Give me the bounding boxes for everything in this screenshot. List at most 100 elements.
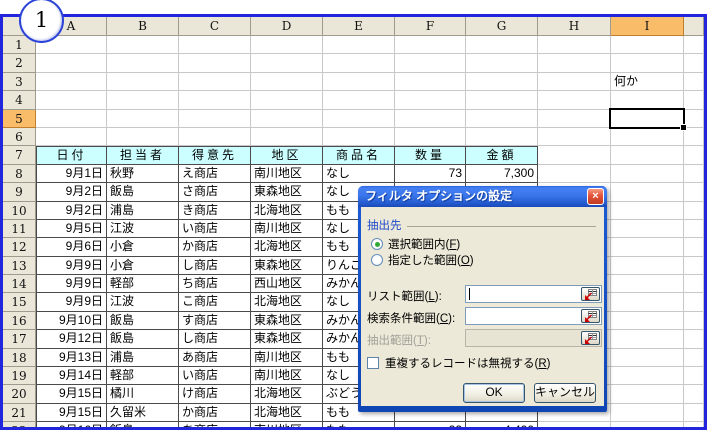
cell-B20[interactable]: 橘川 [107, 385, 179, 404]
cell-C18[interactable]: あ商店 [179, 348, 251, 368]
cell-C19[interactable]: い商店 [179, 367, 251, 386]
row-header-6[interactable]: 6 [3, 127, 36, 147]
cell-D18[interactable]: 南川地区 [251, 348, 323, 368]
cell-D21[interactable]: 北海地区 [251, 403, 323, 423]
cell-B15[interactable]: 江波 [107, 293, 179, 312]
cell-D4[interactable] [251, 91, 323, 110]
cell-I1[interactable] [611, 36, 684, 55]
cell-E7[interactable]: 商品名 [323, 146, 395, 165]
row-header-18[interactable]: 18 [3, 348, 36, 368]
column-header-B[interactable]: B [107, 17, 179, 36]
cell-A7[interactable]: 日付 [36, 146, 107, 165]
cell-C3[interactable] [179, 72, 251, 92]
cell-G1[interactable] [466, 36, 538, 55]
row-header-9[interactable]: 9 [3, 183, 36, 202]
cell-I16[interactable] [611, 311, 684, 331]
cell[interactable] [684, 36, 704, 55]
cell-B22[interactable]: 飯島 [107, 422, 179, 427]
fill-handle[interactable] [680, 124, 687, 131]
cell-G5[interactable] [466, 109, 538, 128]
row-header-10[interactable]: 10 [3, 201, 36, 220]
dialog-titlebar[interactable]: フィルタ オプションの設定 × [358, 186, 607, 207]
cell-E6[interactable] [323, 127, 395, 147]
cell-A18[interactable]: 9月13日 [36, 348, 107, 368]
cell-I19[interactable] [611, 367, 684, 386]
active-cell-I5[interactable] [609, 108, 687, 131]
cell-C21[interactable]: か商店 [179, 403, 251, 423]
cell-B21[interactable]: 久留米 [107, 403, 179, 423]
row-header-4[interactable]: 4 [3, 91, 36, 110]
row-header-11[interactable]: 11 [3, 219, 36, 239]
row-header-2[interactable]: 2 [3, 54, 36, 73]
cell-C20[interactable]: け商店 [179, 385, 251, 404]
cell-D7[interactable]: 地区 [251, 146, 323, 165]
range-picker-button[interactable] [581, 309, 600, 323]
cell[interactable] [684, 91, 704, 110]
cell-I3[interactable]: 何か [611, 72, 684, 92]
cell-D10[interactable]: 北海地区 [251, 201, 323, 220]
cell-B6[interactable] [107, 127, 179, 147]
cell-F22[interactable]: 22 [395, 422, 466, 427]
cell[interactable] [684, 403, 704, 423]
cell-A9[interactable]: 9月2日 [36, 183, 107, 202]
checkbox-unchecked-icon[interactable] [367, 357, 379, 369]
cell-C7[interactable]: 得意先 [179, 146, 251, 165]
radio-unselected-icon[interactable] [371, 254, 383, 266]
cell-D19[interactable]: 南川地区 [251, 367, 323, 386]
cell-D13[interactable]: 東森地区 [251, 256, 323, 276]
cell-B5[interactable] [107, 109, 179, 128]
column-header-H[interactable]: H [538, 17, 611, 36]
cell-H5[interactable] [538, 109, 611, 128]
column-header-F[interactable]: F [395, 17, 466, 36]
cell-B3[interactable] [107, 72, 179, 92]
row-header-16[interactable]: 16 [3, 311, 36, 331]
cell-D1[interactable] [251, 36, 323, 55]
close-icon[interactable]: × [587, 188, 604, 205]
row-header-15[interactable]: 15 [3, 293, 36, 312]
cell-I11[interactable] [611, 219, 684, 239]
cell-C14[interactable]: ち商店 [179, 275, 251, 294]
cell-I4[interactable] [611, 91, 684, 110]
row-header-8[interactable]: 8 [3, 164, 36, 184]
cell-B2[interactable] [107, 54, 179, 73]
cell-G8[interactable]: 7,300 [466, 164, 538, 184]
cell-E3[interactable] [323, 72, 395, 92]
cell-C6[interactable] [179, 127, 251, 147]
cell[interactable] [684, 219, 704, 239]
cell-C8[interactable]: え商店 [179, 164, 251, 184]
cell-D17[interactable]: 東森地区 [251, 330, 323, 349]
radio-copy-to-range[interactable]: 指定した範囲(O) [371, 253, 474, 267]
cell[interactable] [684, 422, 704, 427]
cell-A22[interactable]: 9月16日 [36, 422, 107, 427]
cell-A2[interactable] [36, 54, 107, 73]
cell-D20[interactable]: 北海地区 [251, 385, 323, 404]
cell-D8[interactable]: 南川地区 [251, 164, 323, 184]
cell-F7[interactable]: 数量 [395, 146, 466, 165]
cell-D2[interactable] [251, 54, 323, 73]
column-header-D[interactable]: D [251, 17, 323, 36]
list-range-input[interactable] [465, 285, 602, 303]
cell-A17[interactable]: 9月12日 [36, 330, 107, 349]
cell-C2[interactable] [179, 54, 251, 73]
cell-D14[interactable]: 西山地区 [251, 275, 323, 294]
cell[interactable] [684, 201, 704, 220]
cell[interactable] [684, 127, 704, 147]
cell-B13[interactable]: 小倉 [107, 256, 179, 276]
cell-G3[interactable] [466, 72, 538, 92]
cell-B14[interactable]: 軽部 [107, 275, 179, 294]
cell[interactable] [684, 146, 704, 165]
cell-D12[interactable]: 北海地区 [251, 238, 323, 257]
column-header-C[interactable]: C [179, 17, 251, 36]
cell[interactable] [684, 54, 704, 73]
cell-E5[interactable] [323, 109, 395, 128]
cell-I21[interactable] [611, 403, 684, 423]
cell-H1[interactable] [538, 36, 611, 55]
cell-G2[interactable] [466, 54, 538, 73]
criteria-range-input[interactable] [465, 307, 602, 325]
cell[interactable] [684, 256, 704, 276]
cell-I17[interactable] [611, 330, 684, 349]
cell-I14[interactable] [611, 275, 684, 294]
cell-A10[interactable]: 9月2日 [36, 201, 107, 220]
cell[interactable] [684, 385, 704, 404]
cell-A3[interactable] [36, 72, 107, 92]
